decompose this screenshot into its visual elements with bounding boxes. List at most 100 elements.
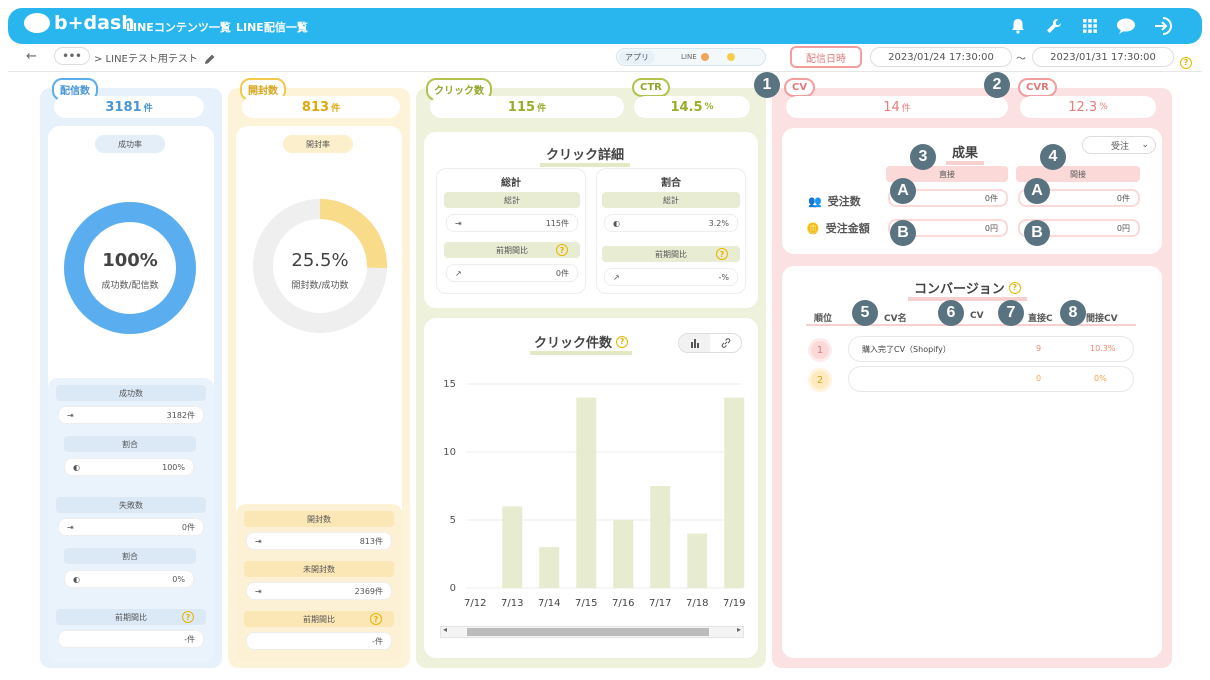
ctr-unit: % <box>704 102 714 112</box>
delivery-donut-caption: 成功数/配信数 <box>101 281 159 291</box>
click-ratio-prev-text: 前期間比 <box>655 249 687 259</box>
marker-badge: 1 <box>754 72 780 98</box>
opened-count-row: ⇥ 813件 <box>246 532 392 550</box>
chart-bar <box>724 397 745 588</box>
logo-bubble-icon <box>24 13 50 33</box>
cv-value-box: 14 件 <box>786 96 1008 118</box>
date-button[interactable]: 配信日時 <box>790 46 862 68</box>
help-icon[interactable]: ? <box>616 335 629 348</box>
cv-rate: 0% <box>1094 374 1107 383</box>
chart-toggle[interactable] <box>678 333 742 353</box>
open-prev-value: -件 <box>372 636 383 646</box>
orders-label-text: 受注数 <box>827 195 861 208</box>
help-icon[interactable]: ? <box>556 244 568 256</box>
grid-icon[interactable] <box>1080 16 1100 36</box>
click-prev-sub: 前期間比? <box>444 242 580 258</box>
bar-chart-icon[interactable] <box>679 334 710 352</box>
cv-count: 0 <box>1036 374 1042 383</box>
marker-letter: B <box>1024 220 1050 246</box>
conversion-row[interactable]: 2 0 0% <box>808 366 1138 394</box>
result-select[interactable]: 受注 ⌄ <box>1082 136 1156 154</box>
enter-icon: ⇥ <box>455 218 462 228</box>
logo[interactable]: b+dash <box>24 12 135 34</box>
cv-rate: 10.3% <box>1090 344 1116 353</box>
x-tick-label: 7/12 <box>464 598 486 609</box>
wrench-icon[interactable] <box>1044 16 1064 36</box>
delivery-value: 3181 <box>105 99 142 115</box>
head-name: CV名 <box>884 314 907 324</box>
users-icon: 👥 <box>808 194 822 208</box>
conversion-row-bg <box>848 366 1134 392</box>
help-icon[interactable]: ? <box>1180 50 1192 69</box>
unopened-count-row: ⇥ 2369件 <box>246 582 392 600</box>
cvr-value-box: 12.3% <box>1020 96 1156 118</box>
logout-icon[interactable] <box>1154 16 1174 36</box>
opened-count-label: 開封数 <box>244 511 394 527</box>
bell-icon[interactable] <box>1008 16 1028 36</box>
click-prev-row: ↗ 0件 <box>446 264 578 282</box>
click-total-head: 総計 <box>501 178 521 189</box>
success-count-row: ⇥ 3182件 <box>58 406 204 424</box>
success-ratio-label: 割合 <box>64 436 196 452</box>
success-count-value: 3182件 <box>166 410 195 420</box>
opened-count-value: 813件 <box>359 536 383 546</box>
chat-icon[interactable] <box>1116 16 1136 36</box>
help-icon[interactable]: ? <box>182 611 194 623</box>
unopened-count-value: 2369件 <box>354 586 383 596</box>
chart-bar <box>650 486 671 588</box>
click-bar-chart: 0 5 10 15 7/12 7/13 7/14 7/15 7/16 7/17 7/18 7/19 <box>443 379 745 609</box>
help-icon[interactable]: ? <box>1008 281 1021 294</box>
fail-count-label: 失敗数 <box>56 497 206 513</box>
ctr-value-box: 14.5% <box>634 96 750 118</box>
x-tick-label: 7/18 <box>686 598 708 609</box>
orders-label: 👥 受注数 <box>808 193 861 209</box>
x-tick-label: 7/16 <box>612 598 634 609</box>
result-title: 成果 <box>946 142 985 165</box>
unopened-count-label: 未開封数 <box>244 561 394 577</box>
open-prev-label: 前期間比? <box>244 611 394 627</box>
open-prev-text: 前期間比 <box>303 614 335 624</box>
open-prev-row: -件 <box>246 632 392 650</box>
head-cv: CV <box>970 311 984 321</box>
line-option[interactable]: LINE <box>681 53 697 61</box>
link-icon[interactable] <box>710 334 741 352</box>
click-detail-title: クリック詳細 <box>540 144 631 167</box>
y-tick-label: 0 <box>450 583 456 594</box>
app-line-toggle[interactable]: アプリ LINE <box>616 48 766 66</box>
rank-badge: 2 <box>808 368 832 392</box>
line-dot-icon <box>700 53 709 61</box>
nav-content-list[interactable]: LINEコンテンツ一覧 <box>126 19 231 35</box>
delivery-unit: 件 <box>143 103 153 114</box>
success-count-label: 成功数 <box>56 385 206 401</box>
help-icon[interactable]: ? <box>370 613 382 625</box>
y-tick-label: 5 <box>450 515 456 526</box>
help-icon[interactable]: ? <box>716 248 728 260</box>
x-tick-label: 7/13 <box>501 598 523 609</box>
y-tick-label: 15 <box>443 379 456 390</box>
chart-scrollbar[interactable]: ◂ ▸ <box>440 625 744 638</box>
back-icon[interactable]: ← <box>26 49 37 64</box>
amount-label: 🪙 受注金額 <box>806 220 870 236</box>
breadcrumb-title: > LINEテスト用テスト <box>94 54 198 65</box>
conversion-row[interactable]: 1 購入完了CV（Shopify） 9 10.3% <box>808 336 1138 364</box>
marker-letter: A <box>890 178 916 204</box>
enter-icon: ⇥ <box>255 586 262 596</box>
app-option[interactable]: アプリ <box>619 50 655 64</box>
marker-badge: 5 <box>852 300 878 326</box>
amount-label-text: 受注金額 <box>825 222 870 235</box>
more-button[interactable]: ••• <box>54 47 90 65</box>
result-select-value: 受注 <box>1111 141 1130 152</box>
click-unit: 件 <box>537 103 547 114</box>
success-ratio-row: ◐ 100% <box>64 458 194 476</box>
nav-delivery-list[interactable]: LINE配信一覧 <box>236 19 308 35</box>
scroll-right-icon[interactable]: ▸ <box>737 625 741 634</box>
chart-scrollbar-thumb[interactable] <box>467 628 709 636</box>
click-total-value: 115件 <box>545 218 569 228</box>
pencil-icon[interactable] <box>204 50 216 69</box>
conversion-title-wrap: コンバージョン? <box>908 278 1027 301</box>
start-date-input[interactable]: 2023/01/24 17:30:00 <box>870 47 1012 67</box>
marker-letter: A <box>1024 178 1050 204</box>
end-date-input[interactable]: 2023/01/31 17:30:00 <box>1032 47 1174 67</box>
scroll-left-icon[interactable]: ◂ <box>443 625 447 634</box>
chart-bar <box>576 397 597 588</box>
